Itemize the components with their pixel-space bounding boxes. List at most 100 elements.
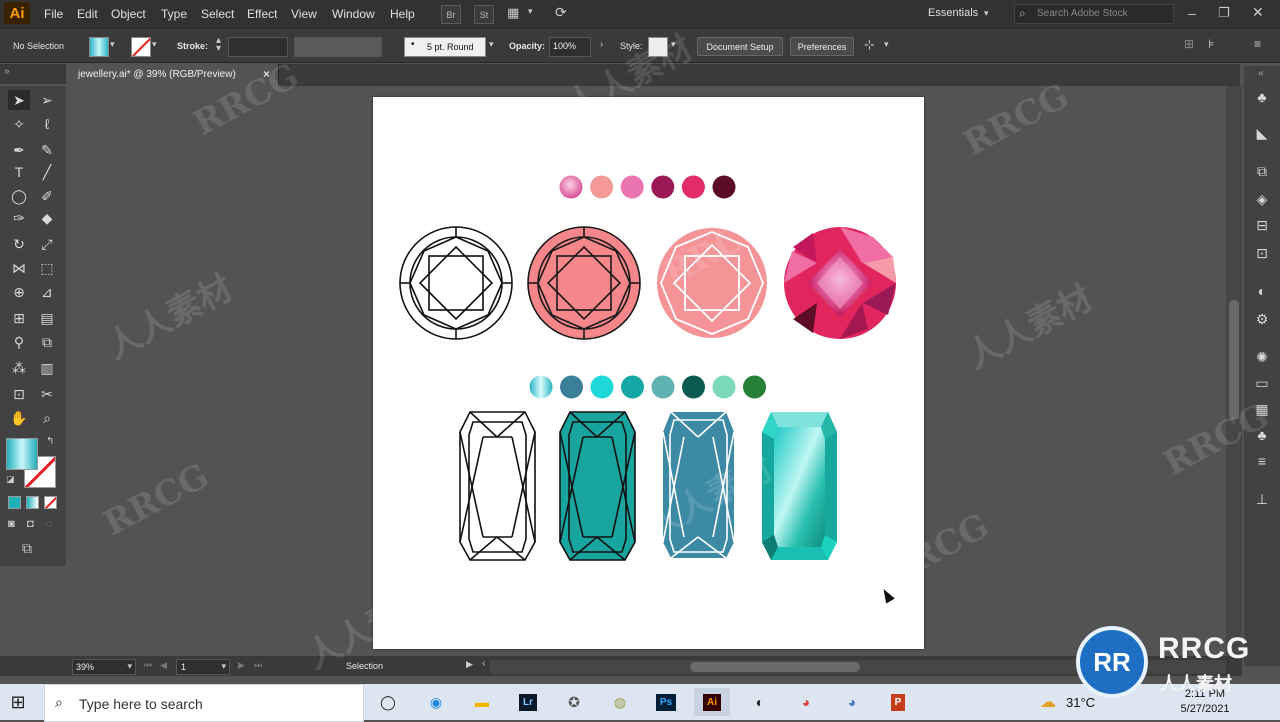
photoshop-icon[interactable]: Ps [648,688,684,716]
color-swatch[interactable] [743,375,766,399]
shaper-tool-icon[interactable]: ✑ [8,208,30,228]
rotate-tool-icon[interactable]: ↻ [8,234,30,254]
file-explorer-icon[interactable]: ▬ [464,688,500,716]
layers-panel-icon[interactable]: ◈ [1244,186,1280,212]
fill-swatch[interactable] [89,37,109,57]
task-view-icon[interactable]: ◯ [370,688,406,716]
shape-builder-tool-icon[interactable]: ⊕ [8,282,30,302]
chevron-down-icon[interactable]: ▾ [110,39,115,50]
edge-icon[interactable]: ◉ [418,688,454,716]
round-gem-salmon[interactable] [527,226,641,340]
status-menu-icon[interactable]: ▶ [466,659,473,670]
stock-icon[interactable]: St [474,5,494,24]
taskbar-search-input[interactable]: ⌕ Type here to search [44,684,364,722]
illustrator-icon[interactable]: Ai [694,688,730,716]
width-tool-icon[interactable]: ⋈ [8,258,30,278]
opacity-field[interactable]: 100% [549,37,591,57]
color-swatch[interactable] [651,375,675,399]
appearance-panel-icon[interactable]: ◐ [1244,278,1280,304]
menu-object[interactable]: Object [111,7,146,21]
horizontal-scrollbar-thumb[interactable] [690,662,860,672]
zoom-field[interactable]: 39% ▾ [72,659,136,675]
weather-icon[interactable]: ☁ [1040,692,1056,712]
eyedropper-tool-icon[interactable]: ⚲ [8,332,30,352]
menu-help[interactable]: Help [390,7,415,21]
color-panel-icon[interactable]: ▭ [1244,370,1280,396]
align-options-icon[interactable]: ⊧ [1208,37,1214,51]
windows-start-icon[interactable]: ⊞ [8,692,28,712]
bridge-icon[interactable]: Br [441,5,461,24]
column-graph-tool-icon[interactable]: ▥ [36,358,58,378]
fill-indicator-front[interactable] [6,438,38,470]
brush-definition[interactable]: • 5 pt. Round [404,37,486,57]
symbol-sprayer-tool-icon[interactable]: ⁂ [8,358,30,378]
none-mode-icon[interactable] [44,496,57,509]
ellipse-tool-icon[interactable]: ◯ [8,186,30,206]
color-mode-icon[interactable] [8,496,21,509]
color-guide-panel-icon[interactable]: ✺ [1244,344,1280,370]
paintbrush-tool-icon[interactable]: ✐ [36,186,58,206]
libraries-panel-icon[interactable]: ⊡ [1244,240,1280,266]
lightroom-icon[interactable]: Lr [510,688,546,716]
emerald-gem-outline[interactable] [459,411,536,561]
menu-select[interactable]: Select [201,7,234,21]
chevron-down-icon[interactable]: ▾ [489,39,494,50]
menu-file[interactable]: File [44,7,63,21]
gpu-performance-icon[interactable]: ⟳ [555,4,567,21]
preferences-button[interactable]: Preferences [790,37,854,56]
curvature-tool-icon[interactable]: ✎ [36,140,58,160]
color-swatch[interactable] [590,375,614,399]
color-swatch[interactable] [681,175,705,199]
color-swatch[interactable] [682,375,705,399]
emerald-gem-teal[interactable] [559,411,636,561]
minimize-icon[interactable]: – [1188,5,1196,21]
menu-type[interactable]: Type [161,7,187,21]
document-setup-button[interactable]: Document Setup [697,37,783,56]
swap-fill-stroke-icon[interactable]: ↰ [46,436,54,447]
draw-normal-icon[interactable]: ◙ [8,518,15,530]
mesh-tool-icon[interactable]: ⊞ [8,308,30,328]
vertical-scrollbar-thumb[interactable] [1229,300,1239,420]
stock-search-input[interactable]: ⌕ Search Adobe Stock [1014,4,1174,24]
round-gem-ruby[interactable] [784,227,896,339]
arrange-documents-icon[interactable]: ▦ [507,5,525,21]
selection-tool-icon[interactable]: ➤ [8,90,30,110]
pen-tool-icon[interactable]: ✒ [8,140,30,160]
scale-tool-icon[interactable]: ⤢ [36,234,58,254]
blend-tool-icon[interactable]: ⧉ [36,332,58,352]
chrome-alt-icon[interactable]: ◕ [834,688,870,716]
eraser-tool-icon[interactable]: ◆ [36,208,58,228]
direct-selection-tool-icon[interactable]: ➢ [36,90,58,110]
perspective-grid-tool-icon[interactable]: ⊿ [36,282,58,302]
round-gem-outline[interactable] [399,226,513,340]
free-transform-tool-icon[interactable]: ⬚ [36,258,58,278]
stroke-weight-field[interactable] [228,37,288,57]
transform-icon[interactable]: ⊞ [1184,37,1194,51]
chevron-right-icon[interactable]: › [600,39,603,50]
close-icon[interactable]: ✕ [1252,4,1264,21]
last-artboard-icon[interactable]: ⏭ [254,660,262,671]
obs-icon[interactable]: ◐ [742,688,778,716]
artboards-panel-icon[interactable]: ⊟ [1244,212,1280,238]
stroke-swatch[interactable] [131,37,151,57]
color-swatch[interactable] [712,375,736,399]
color-swatch[interactable] [559,175,583,199]
align-panel-icon[interactable]: ≡ [1244,448,1280,474]
powerpoint-icon[interactable]: P [880,688,916,716]
line-tool-icon[interactable]: ╱ [36,162,58,182]
default-fill-stroke-icon[interactable]: ◪ [6,474,15,485]
variable-width-profile[interactable] [294,37,382,57]
screen-mode-icon[interactable]: ⧉ [22,540,32,557]
draw-inside-icon[interactable]: ◌ [46,518,53,530]
artboard-tool-icon[interactable]: ⊡ [8,384,30,404]
chevron-down-icon[interactable]: ▾ [884,39,889,50]
hand-tool-icon[interactable]: ✋ [8,408,30,428]
magic-wand-tool-icon[interactable]: ✧ [8,114,30,134]
slice-tool-icon[interactable]: ✂ [36,384,58,404]
chevron-down-icon[interactable]: ▾ [528,6,533,17]
artboard-number-field[interactable]: 1 ▾ [176,659,230,675]
restore-icon[interactable]: ❐ [1218,5,1230,21]
chevron-down-icon[interactable]: ▾ [984,8,989,19]
teal-swatch-row[interactable] [529,375,767,399]
gradient-tool-icon[interactable]: ▤ [36,308,58,328]
